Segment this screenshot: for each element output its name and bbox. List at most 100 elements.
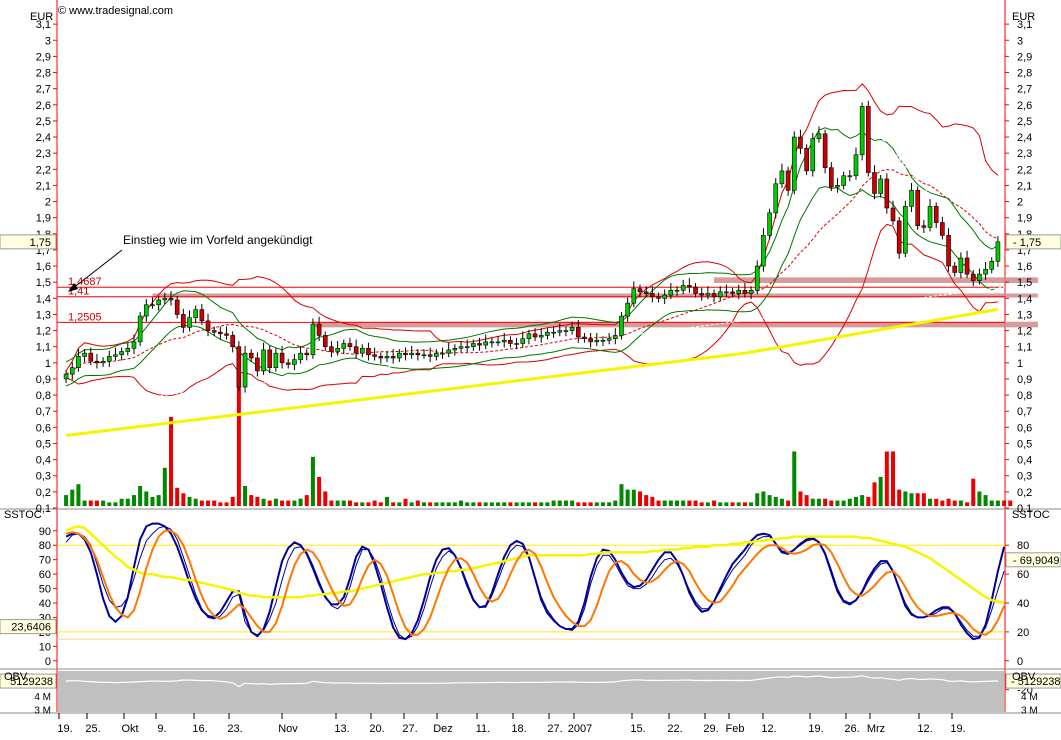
candle-body [933,206,939,223]
candle-body [119,351,124,356]
candle-body [273,352,279,368]
annotation-text: Einstieg wie im Vorfeld angekündigt [123,233,313,247]
candle-body [989,260,995,270]
obv-tick-label-right: 3 M [1021,705,1038,716]
volume-bar [459,500,464,506]
candle-body [884,178,890,209]
volume-bar [773,496,778,506]
volume-bar [693,500,698,506]
volume-bar [878,476,883,506]
volume-bar [187,496,192,506]
volume-bar [928,498,933,506]
price-tick-label-right: 2,7 [1017,84,1032,96]
volume-bar [520,502,525,506]
volume-bar [687,500,692,506]
candle-body [82,352,87,357]
volume-bar [446,502,451,506]
volume-bar [755,493,760,506]
candle-body [711,293,717,298]
candle-body [637,288,643,293]
price-tick-label-right: 3 [1017,35,1023,47]
candle-body [828,167,834,188]
candle-body [514,343,519,345]
chart-window: 1,46871,411,2505 90807060504030201008060… [0,0,1061,735]
x-tick-label: Nov [278,723,298,735]
candle-body [372,354,377,357]
candle-body [588,338,593,343]
candle-body [977,273,982,281]
volume-bar [502,502,507,506]
x-tick-label: 23. [227,723,242,735]
price-tick-label-left: 2,9 [36,51,51,63]
volume-bar [995,500,1000,506]
price-tick-label-right: 1,4 [1017,293,1032,305]
volume-bar [563,500,568,506]
volume-bar [403,498,408,506]
volume-bar [440,502,445,506]
volume-bar [872,482,877,506]
candle-body [927,206,933,228]
candle-body [606,338,612,341]
candle-body [748,289,754,294]
volume-bar [934,498,939,506]
candle-body [903,206,908,254]
volume-bar [224,502,229,506]
candle-body [63,373,69,380]
candle-body [557,330,563,333]
candle-body [267,349,273,368]
candle-body [341,343,347,349]
candle-body [181,314,186,328]
candle-body [137,315,143,343]
volume-bar [866,496,871,506]
volume-bar [835,500,840,506]
volume-bar [712,500,717,506]
candle-body [835,185,840,188]
candle-body [804,148,809,172]
volume-bar [94,500,99,506]
candle-body [329,346,334,352]
x-tick-label: Feb [726,723,745,735]
price-tick-label-left: 0,6 [36,422,51,434]
volume-bar [681,500,686,506]
candle-body [427,354,433,357]
volume-bar [144,491,149,506]
volume-bar [915,493,920,506]
price-tick-label-right: 2,1 [1017,180,1032,192]
price-tick-label-right: 2,9 [1017,51,1032,63]
x-tick-label: 19. [808,723,823,735]
volume-bar [397,502,402,506]
volume-bar [230,496,235,506]
volume-bar [582,502,587,506]
sstoc-label-right: SSTOC [1012,509,1050,521]
candle-body [952,265,958,273]
candle-body [162,298,168,301]
volume-bar [273,498,278,506]
volume-bar [243,486,248,506]
price-tick-label-left: 0,9 [36,374,51,386]
candle-body [131,341,137,349]
x-tick-label: 27. [402,723,417,735]
price-tick-label-right: 1,3 [1017,309,1032,321]
volume-bar [347,500,352,506]
volume-bar [897,489,902,506]
volume-bar [545,502,550,506]
volume-bar [267,500,272,506]
volume-bar [88,500,93,506]
candle-body [94,360,100,364]
volume-bar [977,491,982,506]
volume-bar [298,498,303,506]
candle-body [378,356,384,359]
volume-bar [656,500,661,506]
price-tick-label-right: 2,4 [1017,132,1032,144]
volume-bar [341,500,346,506]
candle-body [335,348,340,352]
volume-bar [891,451,896,506]
price-tick-label-left: 0,3 [36,471,51,483]
volume-bar [489,502,494,506]
candle-body [656,296,661,299]
price-tick-label-right: 2,2 [1017,164,1032,176]
volume-bar [366,502,371,506]
candle-body [174,299,180,315]
candle-body [822,133,828,168]
candle-body [199,309,205,322]
